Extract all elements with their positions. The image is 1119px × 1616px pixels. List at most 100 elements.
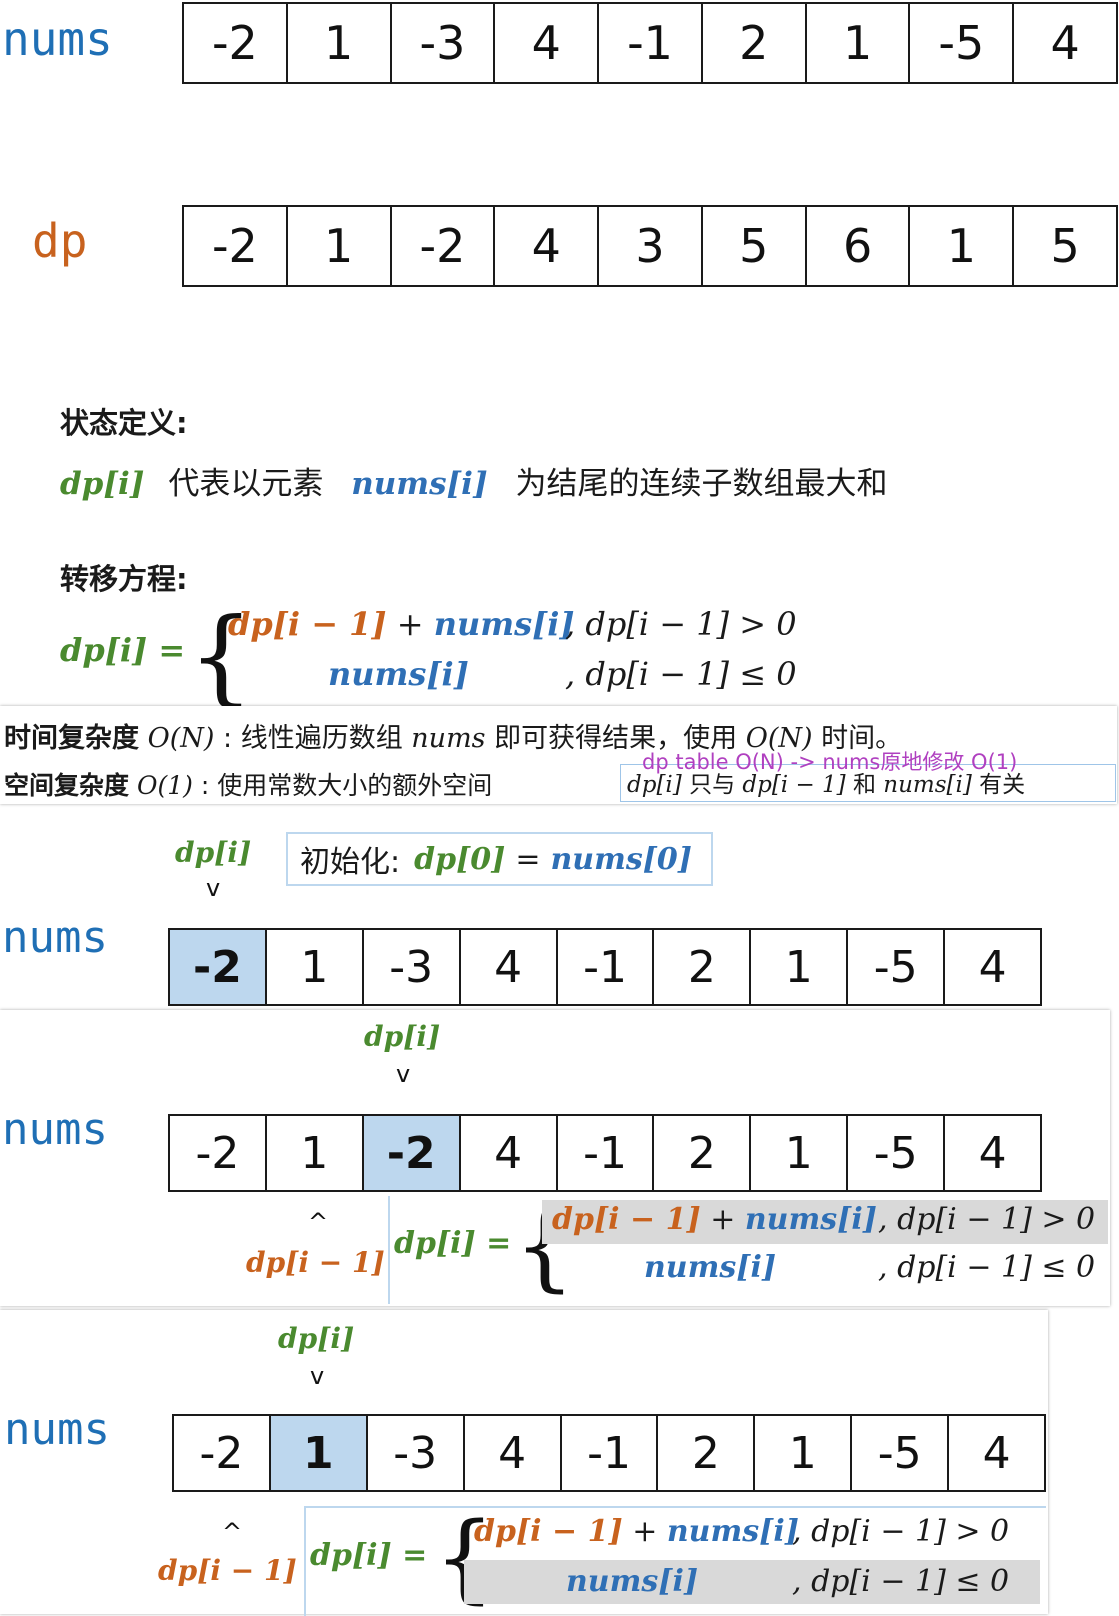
time-nums: nums <box>411 723 486 754</box>
dp-array: -2 1 -2 4 3 5 6 1 5 <box>182 205 1118 287</box>
array-cell: 5 <box>703 207 807 285</box>
dp-label: dp <box>32 214 88 268</box>
case1-condition: , dp[i − 1] > 0 <box>565 605 797 643</box>
array-cell: -1 <box>558 930 655 1004</box>
step3-case2-cond: , dp[i − 1] ≤ 0 <box>792 1564 1010 1599</box>
step2-case1-b: nums[i] <box>744 1202 877 1237</box>
array-cell: -5 <box>910 4 1015 82</box>
array-cell: -5 <box>848 1116 946 1190</box>
array-cell: 1 <box>267 930 364 1004</box>
init-dp0: dp[0] <box>414 841 506 877</box>
step2-case2: nums[i] <box>644 1250 777 1285</box>
step3-case2: nums[i] <box>566 1564 699 1599</box>
annotation-note: dp table O(N) -> nums原地修改 O(1) <box>642 750 1018 774</box>
step1-nums-label: nums <box>2 912 108 963</box>
step3-array: -2 1 -3 4 -1 2 1 -5 4 <box>172 1414 1046 1492</box>
step3-case1-b: nums[i] <box>666 1514 799 1549</box>
time-text-a: : 线性遍历数组 <box>223 723 403 754</box>
nums-label: nums <box>2 12 113 66</box>
step3-prev-label: dp[i − 1] <box>158 1554 297 1587</box>
case-1: dp[i − 1] + nums[i] <box>228 605 575 643</box>
nums-i-term: nums[i] <box>351 466 488 502</box>
array-cell: -3 <box>368 1416 465 1490</box>
step1-caret: v <box>206 874 221 902</box>
state-definition: dp[i] 代表以元素 nums[i] 为结尾的连续子数组最大和 <box>60 458 888 503</box>
space-complexity: 空间复杂度 O(1) : 使用常数大小的额外空间 <box>4 766 492 802</box>
dp-i-term: dp[i] <box>60 466 145 502</box>
array-cell: -2 <box>184 4 288 82</box>
array-cell: -2 <box>170 1116 267 1190</box>
step3-caret-up: ^ <box>222 1518 243 1546</box>
init-eq: = <box>515 841 541 877</box>
array-cell: 2 <box>654 1116 752 1190</box>
array-cell: 4 <box>982 1427 1011 1479</box>
step3-case1-a: dp[i − 1] <box>474 1514 623 1549</box>
array-cell: 5 <box>1050 219 1080 273</box>
array-cell: 1 <box>267 1116 364 1190</box>
array-cell: -2 <box>363 1116 461 1190</box>
array-cell: -2 <box>170 930 267 1004</box>
array-cell: -3 <box>364 930 461 1004</box>
array-cell: -1 <box>558 1116 655 1190</box>
array-cell: 3 <box>599 207 703 285</box>
space-label: 空间复杂度 <box>4 771 130 800</box>
space-o-1: O(1) <box>136 771 193 800</box>
step2-plus: + <box>710 1202 736 1237</box>
step2-case1: dp[i − 1] + nums[i] <box>552 1202 877 1237</box>
step2-eq-lhs: dp[i] = <box>394 1226 512 1261</box>
step2-array: -2 1 -2 4 -1 2 1 -5 4 <box>168 1114 1042 1192</box>
step3-equation: dp[i] = { dp[i − 1] + nums[i] , dp[i − 1… <box>304 1502 1046 1616</box>
transfer-title: 转移方程: <box>60 562 188 596</box>
step3-caret-down: v <box>310 1362 325 1390</box>
array-cell: 1 <box>288 4 392 82</box>
init-nums0: nums[0] <box>550 841 692 877</box>
step3-pointer: dp[i] <box>278 1322 355 1355</box>
array-cell: -3 <box>392 4 496 82</box>
init-label: 初始化: <box>300 845 401 880</box>
state-title: 状态定义: <box>60 406 188 440</box>
array-cell: 4 <box>461 1116 558 1190</box>
represent-text: 代表以元素 <box>168 466 324 502</box>
step2-case1-a: dp[i − 1] <box>552 1202 701 1237</box>
step3-case1: dp[i − 1] + nums[i] <box>474 1514 799 1549</box>
nums-array: -2 1 -3 4 -1 2 1 -5 4 <box>182 2 1118 84</box>
step3-eq-lhs: dp[i] = <box>310 1538 428 1573</box>
step1-pointer: dp[i] <box>175 836 252 869</box>
array-cell: -2 <box>174 1416 271 1490</box>
eq-lhs: dp[i] = <box>60 631 186 669</box>
time-o-n: O(N) <box>147 723 215 754</box>
array-cell: 4 <box>978 941 1007 993</box>
array-cell: -2 <box>184 207 288 285</box>
step2-pointer: dp[i] <box>364 1020 441 1053</box>
array-cell: 1 <box>910 207 1015 285</box>
array-cell: 1 <box>288 207 392 285</box>
definition-rest: 为结尾的连续子数组最大和 <box>515 466 888 502</box>
array-cell: 2 <box>654 930 752 1004</box>
array-cell: 1 <box>751 930 849 1004</box>
array-cell: -1 <box>599 4 703 82</box>
step1-array: -2 1 -3 4 -1 2 1 -5 4 <box>168 928 1042 1006</box>
transfer-equation: dp[i] = { dp[i − 1] + nums[i] , dp[i − 1… <box>60 595 820 717</box>
complexity-panel: 时间复杂度 O(N) : 线性遍历数组 nums 即可获得结果，使用 O(N) … <box>0 706 1117 804</box>
case1-dp-prev: dp[i − 1] <box>228 605 387 643</box>
time-label: 时间复杂度 <box>4 723 139 754</box>
array-cell: 4 <box>495 4 600 82</box>
case1-plus: + <box>396 605 424 643</box>
step2-caret-down: v <box>396 1060 411 1088</box>
array-cell: 4 <box>465 1416 562 1490</box>
step2-prev-label: dp[i − 1] <box>246 1246 385 1279</box>
array-cell: 2 <box>703 4 807 82</box>
array-cell: -2 <box>392 207 496 285</box>
step3-panel: dp[i] v nums -2 1 -3 4 -1 2 1 -5 4 ^ dp[i − 1] d… <box>0 1310 1048 1616</box>
step2-case2-cond: , dp[i − 1] ≤ 0 <box>878 1250 1096 1285</box>
step2-panel: dp[i] v nums -2 1 -2 4 -1 2 1 -5 4 ^ dp[i − 1] d… <box>0 1010 1110 1306</box>
array-cell: 4 <box>1050 16 1080 70</box>
step2-caret-up: ^ <box>308 1208 329 1236</box>
array-cell: 2 <box>658 1416 756 1490</box>
case2-nums-i: nums[i] <box>328 655 469 693</box>
step3-plus: + <box>632 1514 658 1549</box>
array-cell: 1 <box>807 4 911 82</box>
array-cell: 1 <box>270 1416 368 1490</box>
array-cell: -1 <box>562 1416 659 1490</box>
array-cell: 1 <box>755 1416 853 1490</box>
